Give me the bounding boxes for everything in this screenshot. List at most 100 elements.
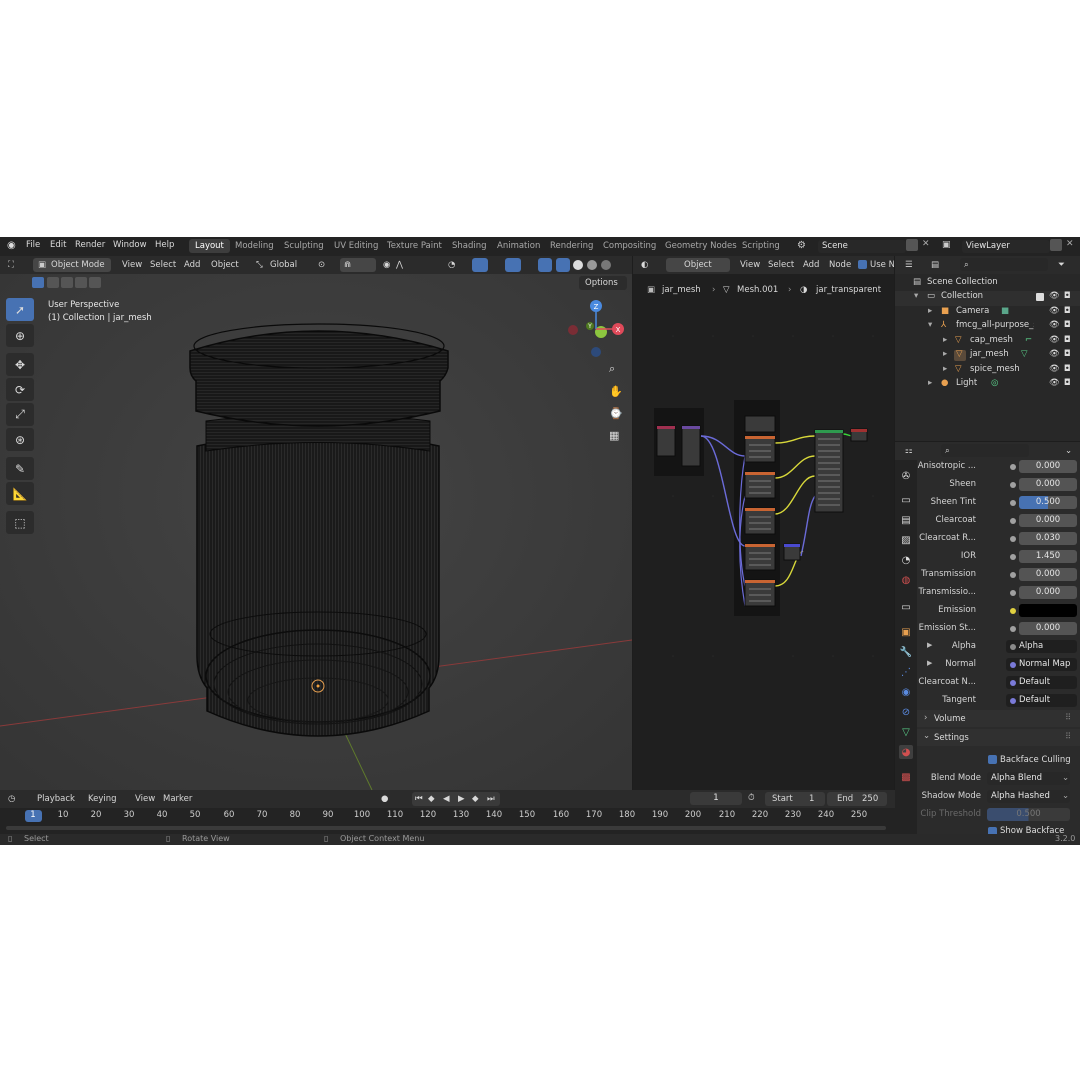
grid-icon[interactable]: ▦	[609, 429, 619, 442]
menu-render[interactable]: Render	[75, 240, 105, 250]
socket-dot-icon[interactable]	[1010, 590, 1016, 596]
scene-icon[interactable]: ⚙	[797, 240, 806, 251]
annotate-tool[interactable]: ✎	[6, 457, 34, 480]
zoom-icon[interactable]: ⌕	[609, 362, 615, 376]
tab-uv-editing[interactable]: UV Editing	[328, 239, 384, 253]
select-mode-intersect[interactable]	[89, 277, 101, 288]
editor-type-icon[interactable]: ◷	[8, 794, 15, 804]
falloff-icon[interactable]: ⋀	[396, 260, 403, 270]
transmission-field[interactable]: 0.000	[1019, 568, 1077, 581]
rendered-shading-button[interactable]	[601, 260, 611, 270]
visibility-icon[interactable]: ◔	[448, 260, 455, 270]
emission-color-swatch[interactable]	[1019, 604, 1077, 617]
clearcoat-field[interactable]: 0.000	[1019, 514, 1077, 527]
blender-logo-icon[interactable]: ◉	[7, 240, 16, 251]
record-icon[interactable]: ●	[381, 794, 388, 804]
menu-view[interactable]: View	[135, 794, 155, 804]
menu-select[interactable]: Select	[150, 260, 176, 270]
menu-object[interactable]: Object	[211, 260, 239, 270]
outliner-item-cap-mesh[interactable]: ▸ ▽ cap_mesh ⌐ 👁 ◘	[895, 335, 1080, 350]
pan-hand-icon[interactable]: ✋	[609, 385, 623, 398]
select-mode-subtract[interactable]	[61, 277, 73, 288]
scale-tool[interactable]: ⤢	[6, 403, 34, 426]
socket-dot-icon[interactable]	[1010, 464, 1016, 470]
view-layer-field[interactable]: ViewLayer	[962, 240, 1050, 253]
outliner-item-fmcg[interactable]: ▾ ⅄ fmcg_all-purpose_se 👁 ◘	[895, 320, 1080, 335]
copy-view-layer-icon[interactable]	[1050, 239, 1062, 251]
stopwatch-icon[interactable]: ⏱	[748, 793, 755, 803]
outliner-item-camera[interactable]: ▸ ■ Camera ■ 👁 ◘	[895, 306, 1080, 321]
display-mode-icon[interactable]: ▤	[931, 260, 939, 270]
current-frame-field[interactable]: 1	[690, 792, 742, 805]
menu-help[interactable]: Help	[155, 240, 174, 250]
play-reverse-icon[interactable]: ◀	[443, 794, 450, 804]
editor-type-icon[interactable]: ⛶	[8, 260, 14, 270]
material-shading-button[interactable]	[587, 260, 597, 270]
scene-name-field[interactable]: Scene	[818, 240, 906, 253]
outliner-scene-collection[interactable]: ▤ Scene Collection	[895, 277, 1080, 292]
rotate-tool[interactable]: ⟳	[6, 378, 34, 401]
add-cube-tool[interactable]: ⬚	[6, 511, 34, 534]
tab-rendering[interactable]: Rendering	[544, 239, 599, 253]
timeline-scrollbar[interactable]	[6, 826, 886, 830]
editor-type-icon[interactable]: ☰	[905, 260, 913, 270]
cursor-tool[interactable]: ⊕	[6, 324, 34, 347]
tab-scripting[interactable]: Scripting	[736, 239, 786, 253]
clearcoat-roughness-field[interactable]: 0.030	[1019, 532, 1077, 545]
outliner-item-spice-mesh[interactable]: ▸ ▽ spice_mesh 👁 ◘	[895, 364, 1080, 379]
socket-dot-icon[interactable]	[1010, 482, 1016, 488]
normal-link-field[interactable]: Normal Map	[1006, 658, 1077, 671]
copy-scene-icon[interactable]	[906, 239, 918, 251]
outliner[interactable]: ☰ ▤ ⌕ ⏷ ▤ Scene Collection ▾ ▭ Collectio…	[895, 256, 1080, 441]
next-keyframe-icon[interactable]: ◆	[472, 794, 479, 804]
prev-keyframe-icon[interactable]: ◆	[428, 794, 435, 804]
wireframe-shading-button[interactable]	[556, 258, 570, 272]
anisotropic-rotation-field[interactable]: 0.000	[1019, 460, 1077, 473]
outliner-item-collection[interactable]: ▾ ▭ Collection 👁 ◘	[895, 291, 1080, 306]
tab-animation[interactable]: Animation	[491, 239, 546, 253]
menu-playback[interactable]: Playback	[37, 794, 75, 804]
gizmo-toggle[interactable]	[472, 258, 488, 272]
eye-icon[interactable]: 👁	[1049, 320, 1060, 330]
constraints-tab-icon[interactable]: ⊘	[899, 705, 913, 719]
data-tab-icon[interactable]: ▽	[899, 725, 913, 739]
play-icon[interactable]: ▶	[458, 794, 465, 804]
tab-compositing[interactable]: Compositing	[597, 239, 662, 253]
socket-dot-icon[interactable]	[1010, 536, 1016, 542]
menu-add[interactable]: Add	[184, 260, 200, 270]
clearcoat-normal-field[interactable]: Default	[1006, 676, 1077, 689]
transmission-roughness-field[interactable]: 0.000	[1019, 586, 1077, 599]
close-icon[interactable]: ✕	[1066, 239, 1074, 249]
menu-edit[interactable]: Edit	[50, 240, 66, 250]
xray-toggle[interactable]	[538, 258, 552, 272]
menu-file[interactable]: File	[26, 240, 40, 250]
camera-render-icon[interactable]: ◘	[1064, 364, 1071, 374]
eye-icon[interactable]: 👁	[1049, 378, 1060, 388]
backface-culling-checkbox[interactable]	[988, 755, 997, 764]
emission-strength-field[interactable]: 0.000	[1019, 622, 1077, 635]
timeline[interactable]: ◷ Playback Keying View Marker ● ⏮ ◆ ◀ ▶ …	[0, 790, 895, 834]
camera-render-icon[interactable]: ◘	[1064, 306, 1071, 316]
material-tab-icon[interactable]: ◕	[899, 745, 913, 759]
shader-node-editor[interactable]: ◐ Object View Select Add Node Use N ▣ ja…	[633, 256, 894, 790]
include-checkbox[interactable]	[1036, 293, 1044, 301]
tab-shading[interactable]: Shading	[446, 239, 493, 253]
shadow-mode-dropdown[interactable]: Alpha Hashed	[987, 790, 1070, 803]
eye-icon[interactable]: 👁	[1049, 291, 1060, 301]
ior-field[interactable]: 1.450	[1019, 550, 1077, 563]
select-mode-invert[interactable]	[75, 277, 87, 288]
camera-render-icon[interactable]: ◘	[1064, 349, 1071, 359]
socket-dot-icon[interactable]	[1010, 500, 1016, 506]
camera-render-icon[interactable]: ◘	[1064, 378, 1071, 388]
camera-render-icon[interactable]: ◘	[1064, 335, 1071, 345]
tangent-field[interactable]: Default	[1006, 694, 1077, 707]
close-icon[interactable]: ✕	[922, 239, 930, 249]
3d-viewport[interactable]: Z X Y ⛶ ▣ Object Mode View Select Add Ob…	[0, 256, 632, 790]
overlay-toggle[interactable]	[505, 258, 521, 272]
camera-icon[interactable]: ⌚	[609, 407, 623, 420]
menu-marker[interactable]: Marker	[163, 794, 192, 804]
blend-mode-dropdown[interactable]: Alpha Blend	[987, 772, 1070, 785]
pivot-icon[interactable]: ⊙	[318, 260, 325, 270]
eye-icon[interactable]: 👁	[1049, 335, 1060, 345]
select-mode-extend[interactable]	[47, 277, 59, 288]
